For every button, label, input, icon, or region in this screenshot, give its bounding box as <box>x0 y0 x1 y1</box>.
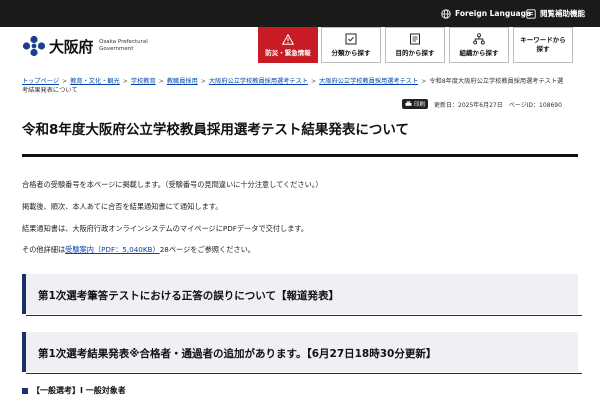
globe-icon <box>441 8 451 19</box>
breadcrumb-item-teacher-recruitment[interactable]: 教職員採用 <box>167 78 198 85</box>
reading-support-label: 閲覧補助機能 <box>540 9 585 18</box>
page-meta: 印刷 更新日：2025年6月27日 ページID：108690 <box>402 99 562 109</box>
breadcrumb-item-exam[interactable]: 大阪府公立学校教員採用選考テスト <box>209 78 308 85</box>
search-by-category-label: 分類から探す <box>331 49 371 57</box>
accessibility-icon <box>526 8 536 19</box>
breadcrumb-separator: > <box>310 78 317 85</box>
paragraph-online-system: 結果通知書は、大阪府行政オンラインシステムのマイページにPDFデータで交付します… <box>22 224 309 233</box>
paragraph-notification: 掲載後、順次、本人あてに合否を結果通知書にて通知します。 <box>22 202 223 211</box>
section-subheading: 【一般選考】Ⅰ 一般対象者 <box>22 385 126 396</box>
page-id: ページID：108690 <box>508 101 562 109</box>
book-icon <box>410 33 420 45</box>
print-label: 印刷 <box>414 102 426 108</box>
breadcrumb-item-exam-2[interactable]: 大阪府公立学校教員採用選考テスト <box>319 78 418 85</box>
paragraph-announcement: 合格者の受験番号を本ページに掲載します。（受験番号の見間違いに十分注意してくださ… <box>22 180 323 189</box>
search-by-keyword-button[interactable]: キーワードから 探す <box>513 27 573 63</box>
notice-underline <box>26 373 582 374</box>
search-by-purpose-label: 目的から探す <box>395 49 435 57</box>
notice-first-results[interactable]: 第1次選考結果発表※合格者・通過者の追加があります。【6月27日18時30分更新… <box>22 332 582 374</box>
site-header: 大阪府 Osaka Prefectural Government 防災・緊急情報… <box>0 27 600 71</box>
site-logo[interactable]: 大阪府 Osaka Prefectural Government <box>22 35 148 57</box>
category-icon <box>345 33 357 45</box>
search-by-organization-label: 組織から探す <box>459 49 499 57</box>
paragraph-details: その他詳細は受験案内（PDF：5,040KB）28ページをご参照ください。 <box>22 245 255 255</box>
breadcrumb-current-line2: 考結果発表について <box>22 87 78 94</box>
breadcrumb-item-top[interactable]: トップページ <box>22 78 59 85</box>
breadcrumb: トップページ > 教育・文化・観光 > 学校教育 > 教職員採用 > 大阪府公立学校教員採用選考… <box>22 77 582 95</box>
search-by-category-button[interactable]: 分類から探す <box>321 27 381 63</box>
search-by-organization-button[interactable]: 組織から探す <box>449 27 509 63</box>
breadcrumb-separator: > <box>421 78 427 85</box>
details-suffix: 28ページをご参照ください。 <box>159 245 255 254</box>
square-bullet-icon <box>22 387 28 394</box>
notice-answer-correction-text: 第1次選考筆答テストにおける正答の誤りについて【報道発表】 <box>38 290 339 302</box>
search-by-purpose-button[interactable]: 目的から探す <box>385 27 445 63</box>
printer-icon <box>405 101 412 106</box>
notice-first-results-text: 第1次選考結果発表※合格者・通過者の追加があります。【6月27日18時30分更新… <box>38 348 437 360</box>
breadcrumb-item-school-education[interactable]: 学校教育 <box>131 78 156 85</box>
logo-sub-line1: Osaka Prefectural <box>99 39 148 45</box>
keyword-line1: キーワードから <box>520 36 566 44</box>
reading-support-link[interactable]: 閲覧補助機能 <box>526 6 585 21</box>
breadcrumb-separator: > <box>62 78 68 85</box>
updated-date: 更新日：2025年6月27日 <box>434 101 503 109</box>
foreign-language-link[interactable]: Foreign Language <box>441 6 531 21</box>
notice-answer-correction[interactable]: 第1次選考筆答テストにおける正答の誤りについて【報道発表】 <box>22 274 582 316</box>
logo-name: 大阪府 <box>49 37 94 56</box>
disaster-emergency-label: 防災・緊急情報 <box>265 48 311 57</box>
breadcrumb-current-line1: 令和8年度大阪府公立学校教員採用選考テスト選 <box>429 78 564 85</box>
logo-subtitle: Osaka Prefectural Government <box>99 39 148 53</box>
osaka-prefecture-emblem-icon <box>22 35 46 57</box>
breadcrumb-separator: > <box>122 78 128 85</box>
breadcrumb-separator: > <box>200 78 206 85</box>
details-prefix: その他詳細は <box>22 245 66 254</box>
print-button[interactable]: 印刷 <box>402 99 429 109</box>
section-subheading-text: 【一般選考】Ⅰ 一般対象者 <box>32 386 126 395</box>
warning-icon <box>282 33 294 45</box>
foreign-language-label: Foreign Language <box>455 9 532 18</box>
page-title: 令和8年度大阪府公立学校教員採用選考テスト結果発表について <box>22 122 409 138</box>
keyword-line2: 探す <box>536 45 550 53</box>
logo-sub-line2: Government <box>99 46 134 52</box>
disaster-emergency-button[interactable]: 防災・緊急情報 <box>258 27 318 63</box>
top-utility-bar: Foreign Language 閲覧補助機能 <box>0 0 600 27</box>
breadcrumb-item-education-culture[interactable]: 教育・文化・観光 <box>70 78 120 85</box>
title-divider <box>22 154 578 157</box>
breadcrumb-separator: > <box>158 78 164 85</box>
exam-guide-pdf-link[interactable]: 受験案内（PDF：5,040KB） <box>65 245 160 254</box>
organization-icon <box>473 33 485 45</box>
notice-underline <box>26 315 582 316</box>
